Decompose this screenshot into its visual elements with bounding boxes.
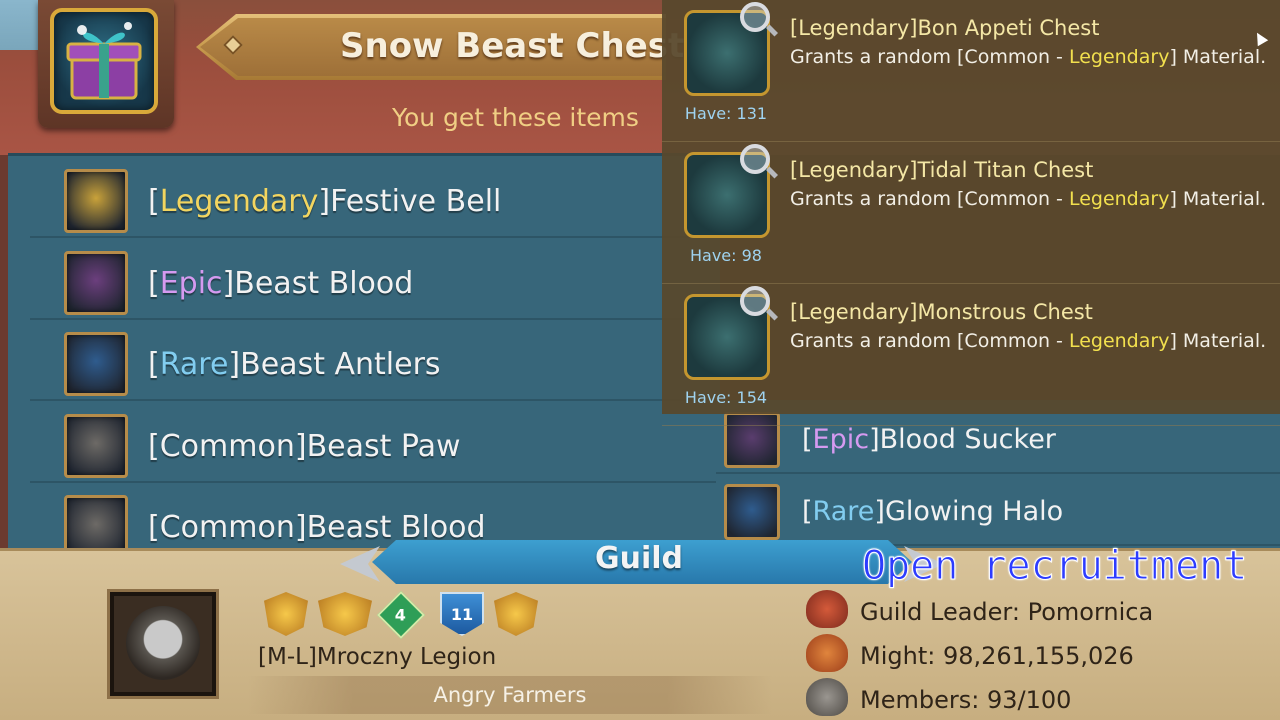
description-text: Grants a random [Common - (790, 188, 1069, 210)
description-highlight: Legendary (1068, 330, 1170, 352)
skull-icon (126, 606, 200, 680)
guild-might: Might: 98,261,155,026 (860, 642, 1134, 670)
loot-name: Festive Bell (330, 184, 502, 219)
description-text: Grants a random [Common - (790, 330, 1069, 352)
chest-name: [Legendary]Bon Appeti Chest (790, 16, 1100, 40)
chest-description: Grants a random [Common - Legendary] Mat… (790, 46, 1266, 68)
tooltip-chest-row[interactable]: Have: 98 [Legendary]Tidal Titan Chest Gran… (662, 142, 1280, 284)
magnifier-icon[interactable] (740, 286, 770, 316)
magnifier-icon[interactable] (740, 144, 770, 174)
blood-vial-icon (64, 250, 128, 315)
bell-icon (64, 169, 128, 233)
secondary-loot-name: [Rare]Glowing Halo (802, 496, 1064, 527)
item-tooltip: Have: 131 [Legendary]Bon Appeti Chest Gran… (662, 0, 1280, 426)
loot-rarity: Rare (812, 496, 875, 527)
description-text: ] Material. (1169, 188, 1267, 210)
chest-subtitle: You get these items (392, 103, 639, 132)
gift-chest-icon (50, 8, 158, 114)
loot-item-name: [Common]Beast Paw (148, 428, 461, 464)
chest-title: Snow Beast Chest (340, 26, 685, 66)
guild-leader: Guild Leader: Pomornica (860, 598, 1154, 626)
chest-description: Grants a random [Common - Legendary] Mat… (790, 188, 1266, 210)
loot-name: Beast Blood (234, 265, 414, 301)
description-text: ] Material. (1169, 330, 1267, 352)
tooltip-chest-row[interactable]: Have: 131 [Legendary]Bon Appeti Chest Gran… (662, 0, 1280, 142)
tooltip-chest-row[interactable]: Have: 154 [Legendary]Monstrous Chest Grant… (662, 284, 1280, 426)
owned-count: Have: 98 (690, 246, 762, 265)
loot-row[interactable]: [Legendary]Festive Bell (30, 158, 720, 238)
secondary-loot-row[interactable]: [Rare]Glowing Halo (716, 476, 1280, 546)
guild-subtitle: Angry Farmers (433, 683, 587, 707)
loot-rarity: Legendary (159, 184, 319, 219)
loot-row[interactable]: [Common]Beast Paw (30, 403, 720, 483)
chest-name: [Legendary]Tidal Titan Chest (790, 158, 1094, 182)
loot-name: Glowing Halo (884, 496, 1064, 527)
loot-rarity: Rare (159, 347, 229, 382)
secondary-loot-name: [Epic]Blood Sucker (802, 424, 1056, 455)
halo-icon (724, 484, 780, 540)
owned-count: Have: 131 (684, 104, 768, 123)
loot-rarity: Epic (159, 265, 223, 301)
might-fist-icon (806, 634, 848, 672)
loot-rarity: Common (159, 510, 295, 545)
level-badge-value: 4 (395, 605, 407, 625)
loot-row[interactable]: [Epic]Beast Blood (30, 240, 720, 320)
loot-item-name: [Rare]Beast Antlers (148, 347, 441, 382)
paw-icon (64, 413, 128, 478)
description-highlight: Legendary (1068, 46, 1170, 68)
loot-name: Beast Antlers (240, 347, 441, 382)
loot-name: Beast Blood (306, 510, 486, 545)
loot-item-name: [Legendary]Festive Bell (148, 184, 502, 219)
chest-name: [Legendary]Monstrous Chest (790, 300, 1093, 324)
magnifier-icon[interactable] (740, 2, 770, 32)
leader-sword-icon (806, 590, 848, 628)
open-recruitment-overlay: Open recruitment (861, 543, 1248, 590)
rank-badge-value: 11 (450, 604, 474, 624)
description-text: ] Material. (1169, 46, 1267, 68)
owned-count: Have: 154 (684, 388, 768, 407)
loot-name: Blood Sucker (879, 424, 1056, 455)
chest-description: Grants a random [Common - Legendary] Mat… (790, 330, 1266, 352)
loot-row[interactable]: [Rare]Beast Antlers (30, 321, 720, 401)
members-helmet-icon (806, 678, 848, 716)
loot-name: Beast Paw (306, 428, 461, 464)
guild-tab-label[interactable]: Guild (372, 541, 906, 576)
antlers-icon (64, 332, 128, 396)
guild-name: [M-L]Mroczny Legion (258, 644, 497, 670)
description-text: Grants a random [Common - (790, 46, 1069, 68)
loot-item-name: [Epic]Beast Blood (148, 265, 414, 301)
loot-item-name: [Common]Beast Blood (148, 510, 486, 545)
description-highlight: Legendary (1068, 188, 1170, 210)
guild-members: Members: 93/100 (860, 686, 1072, 714)
loot-rarity: Common (159, 428, 295, 464)
loot-rarity: Epic (812, 424, 870, 455)
